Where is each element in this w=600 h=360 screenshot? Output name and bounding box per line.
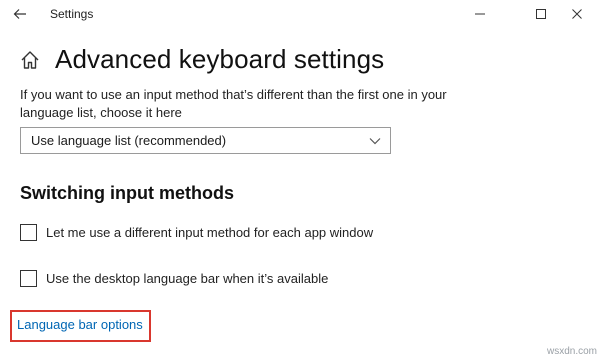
watermark: wsxdn.com (547, 346, 598, 357)
close-button[interactable] (554, 0, 600, 28)
desktop-language-bar-label: Use the desktop language bar when it’s a… (46, 271, 329, 286)
per-app-input-checkbox[interactable] (20, 224, 37, 241)
home-icon[interactable] (19, 49, 41, 71)
back-button[interactable] (6, 2, 34, 26)
back-arrow-icon (13, 9, 26, 19)
chevron-down-icon (369, 138, 381, 145)
app-title: Settings (50, 7, 94, 21)
description-text: If you want to use an input method that’… (20, 87, 447, 120)
per-app-input-option[interactable]: Let me use a different input method for … (20, 224, 373, 241)
page-title: Advanced keyboard settings (55, 44, 385, 74)
title-bar: Settings (0, 0, 600, 30)
desktop-language-bar-option[interactable]: Use the desktop language bar when it’s a… (20, 270, 328, 287)
minimize-icon (475, 13, 485, 15)
input-method-dropdown[interactable]: Use language list (recommended) (20, 127, 391, 154)
dropdown-selected-value: Use language list (recommended) (31, 133, 227, 148)
minimize-button[interactable] (457, 0, 503, 28)
close-icon (572, 9, 582, 19)
per-app-input-label: Let me use a different input method for … (46, 225, 374, 240)
language-bar-options-link[interactable]: Language bar options (17, 317, 143, 332)
desktop-language-bar-checkbox[interactable] (20, 270, 37, 287)
maximize-icon (536, 9, 546, 19)
section-title: Switching input methods (20, 183, 234, 203)
